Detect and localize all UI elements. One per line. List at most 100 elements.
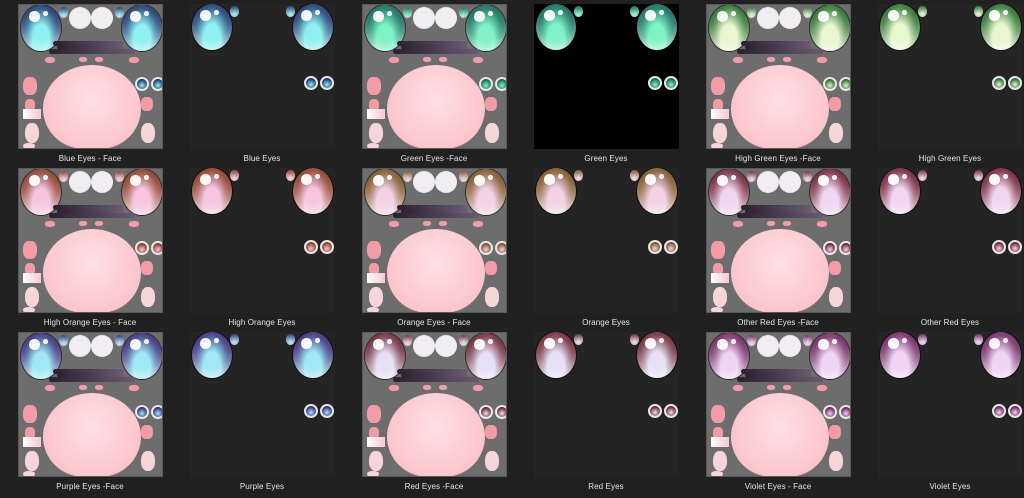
thumbnail-filename-label[interactable]: Violet Eyes - Face (745, 482, 812, 491)
thumbnail-filename-label[interactable]: Blue Eyes - Face (59, 154, 122, 163)
thumbnail-high-green-eyes[interactable] (877, 4, 1023, 149)
thumbnail-violet-eyes-face[interactable] (705, 332, 851, 477)
eye-iris-icon (191, 168, 232, 214)
thumbnail-high-orange-eyes-face[interactable] (17, 168, 163, 313)
thumbnail-item[interactable]: Orange Eyes (520, 164, 692, 328)
thumbnail-item[interactable]: Other Red Eyes -Face (692, 164, 864, 328)
blush-texture (766, 57, 775, 62)
thumbnail-filename-label[interactable]: Blue Eyes (244, 154, 281, 163)
skin-patch-texture (828, 451, 843, 471)
thumbnail-red-eyes[interactable] (533, 332, 679, 477)
eye-highlight-icon (229, 334, 239, 345)
eye-iris-icon (879, 4, 920, 50)
thumbnail-red-eyes-face[interactable] (361, 332, 507, 477)
thumbnail-blue-eyes[interactable] (189, 4, 335, 149)
thumbnail-green-eyes-face[interactable] (361, 4, 507, 149)
thumbnail-other-red-eyes[interactable] (877, 168, 1023, 313)
thumbnail-purple-eyes-face[interactable] (17, 332, 163, 477)
thumbnail-filename-label[interactable]: Other Red Eyes (921, 318, 979, 327)
texture-thumbnail-grid: Blue Eyes - Face Blue Eyes Green Eyes -Fac… (0, 0, 1024, 498)
thumbnail-orange-eyes[interactable] (533, 168, 679, 313)
thumbnail-violet-eyes[interactable] (877, 332, 1023, 477)
blush-texture (438, 57, 447, 62)
skin-patch-texture (24, 123, 39, 143)
blush-texture (828, 425, 841, 439)
thumbnail-blue-eyes-face[interactable] (17, 4, 163, 149)
thumbnail-item[interactable]: Violet Eyes (864, 328, 1024, 498)
thumbnail-item[interactable]: Red Eyes -Face (348, 328, 520, 498)
small-eye-icon (647, 240, 662, 254)
thumbnail-filename-label[interactable]: High Orange Eyes (229, 318, 296, 327)
small-eye-icon (991, 76, 1006, 90)
thumbnail-filename-label[interactable]: Purple Eyes (240, 482, 284, 491)
thumbnail-filename-label[interactable]: Orange Eyes - Face (397, 318, 470, 327)
thumbnail-item[interactable]: High Orange Eyes - Face (4, 164, 176, 328)
small-eye-icon (134, 405, 149, 419)
thumbnail-orange-eyes-face[interactable] (361, 168, 507, 313)
blush-texture (472, 385, 483, 391)
small-eye-icon (478, 77, 493, 91)
skin-patch-texture (712, 123, 727, 143)
thumbnail-item[interactable]: High Orange Eyes (176, 164, 348, 328)
eye-iris-icon (980, 168, 1021, 214)
small-eye-icon (303, 76, 318, 90)
thumbnail-item[interactable]: Red Eyes (520, 328, 692, 498)
blush-texture (128, 57, 139, 63)
blush-texture (732, 385, 743, 391)
thumbnail-filename-label[interactable]: High Green Eyes -Face (735, 154, 821, 163)
small-eye-icon (838, 405, 850, 419)
blush-texture (78, 385, 87, 390)
small-eye-icon (647, 76, 662, 90)
skin-patch-texture (366, 471, 379, 476)
thumbnail-filename-label[interactable]: Red Eyes -Face (405, 482, 464, 491)
thumbnail-item[interactable]: Purple Eyes (176, 328, 348, 498)
eye-highlight-icon (114, 171, 124, 182)
thumbnail-item[interactable]: Green Eyes (520, 0, 692, 164)
thumbnail-purple-eyes[interactable] (189, 332, 335, 477)
gradient-strip-texture (710, 109, 729, 119)
thumbnail-item[interactable]: High Green Eyes -Face (692, 0, 864, 164)
small-eye-icon (822, 405, 837, 419)
gradient-strip-texture (366, 437, 385, 447)
thumbnail-green-eyes[interactable] (533, 4, 679, 149)
thumbnail-filename-label[interactable]: Green Eyes (584, 154, 627, 163)
thumbnail-item[interactable]: Blue Eyes (176, 0, 348, 164)
thumbnail-filename-label[interactable]: Other Red Eyes -Face (737, 318, 819, 327)
skin-patch-texture (484, 123, 499, 143)
skin-patch-texture (24, 451, 39, 471)
eye-iris-icon (121, 169, 162, 215)
thumbnail-other-red-eyes-face[interactable] (705, 168, 851, 313)
thumbnail-high-orange-eyes[interactable] (189, 168, 335, 313)
thumbnail-filename-label[interactable]: Purple Eyes -Face (56, 482, 124, 491)
eye-iris-icon (809, 5, 850, 51)
thumbnail-high-green-eyes-face[interactable] (705, 4, 851, 149)
thumbnail-filename-label[interactable]: Violet Eyes (930, 482, 971, 491)
eye-highlight-icon (746, 171, 756, 182)
skin-patch-texture (712, 451, 727, 471)
face-skin-texture (386, 393, 485, 476)
thumbnail-filename-label[interactable]: Orange Eyes (582, 318, 630, 327)
eye-highlight-icon (58, 171, 68, 182)
thumbnail-item[interactable]: Blue Eyes - Face (4, 0, 176, 164)
thumbnail-filename-label[interactable]: Red Eyes (588, 482, 623, 491)
sclera-texture (412, 7, 435, 29)
thumbnail-filename-label[interactable]: High Green Eyes (919, 154, 981, 163)
small-eye-icon (663, 404, 678, 418)
thumbnail-item[interactable]: High Green Eyes (864, 0, 1024, 164)
blush-texture (484, 97, 497, 111)
thumbnail-item[interactable]: Orange Eyes - Face (348, 164, 520, 328)
eye-iris-icon (535, 4, 576, 50)
blush-texture (140, 425, 153, 439)
blush-texture (484, 261, 497, 275)
small-eye-icon (134, 241, 149, 255)
thumbnail-item[interactable]: Other Red Eyes (864, 164, 1024, 328)
eye-iris-icon (121, 333, 162, 379)
thumbnail-item[interactable]: Violet Eyes - Face (692, 328, 864, 498)
thumbnail-item[interactable]: Green Eyes -Face (348, 0, 520, 164)
face-skin-texture (42, 65, 141, 148)
thumbnail-filename-label[interactable]: Green Eyes -Face (401, 154, 468, 163)
thumbnail-filename-label[interactable]: High Orange Eyes - Face (44, 318, 137, 327)
thumbnail-item[interactable]: Purple Eyes -Face (4, 328, 176, 498)
small-eye-icon (991, 240, 1006, 254)
sclera-texture (756, 335, 779, 357)
